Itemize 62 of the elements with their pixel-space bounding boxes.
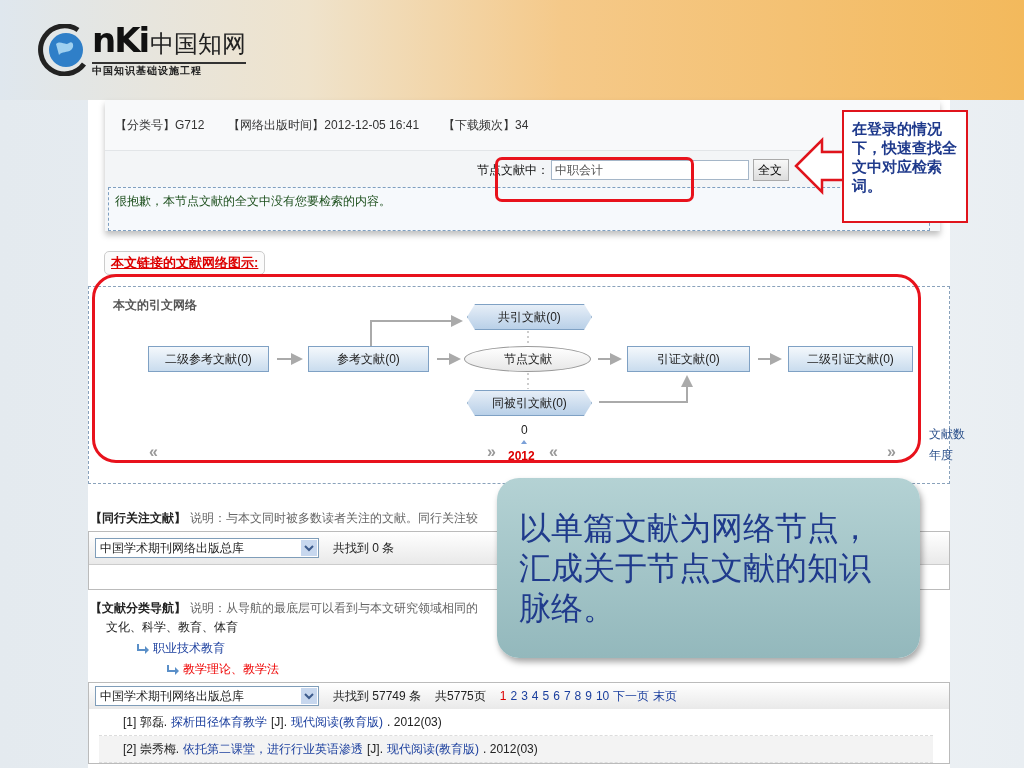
marker-triangle-icon	[521, 440, 527, 444]
page-link[interactable]: 4	[531, 688, 539, 703]
fulltext-search-button[interactable]: 全文	[753, 159, 789, 181]
count-text: 0	[521, 423, 528, 437]
citation-node[interactable]: 引证文献(0)	[627, 346, 750, 372]
page-link[interactable]: 7	[563, 688, 571, 703]
peer-title: 【同行关注文献】	[90, 510, 186, 527]
citation-node[interactable]: 二级参考文献(0)	[148, 346, 269, 372]
logo-name: 中国知网	[150, 29, 247, 60]
issue-text: . 2012(03)	[387, 715, 442, 729]
result-entry: [1] 郭磊.	[123, 713, 168, 731]
page-link[interactable]: 6	[553, 688, 560, 703]
network-title: 本文的引文网络	[113, 297, 197, 314]
type-text: [J].	[271, 715, 288, 729]
meta-text: 【网络出版时间】2012-12-05 16:41	[228, 116, 420, 134]
journal-link[interactable]: 现代阅读(教育版)	[387, 740, 480, 758]
summary-callout: 以单篇文献为网络节点，汇成关于节点文献的知识脉络。	[497, 478, 920, 658]
citation-node[interactable]: 二级引证文献(0)	[788, 346, 913, 372]
citation-node[interactable]: 节点文献	[464, 346, 591, 372]
found-count: 共找到 0 条	[333, 539, 395, 557]
peer-note: 说明：与本文同时被多数读者关注的文献。同行关注较	[190, 510, 478, 527]
category-link[interactable]: 职业技术教育	[153, 640, 225, 657]
database-select[interactable]: 中国学术期刊网络出版总库	[95, 686, 319, 706]
found-count: 共找到 57749 条	[333, 687, 422, 705]
dropdown-caret-icon	[301, 540, 317, 556]
axis-legend-text: 年度	[929, 447, 953, 464]
page-link[interactable]: 5	[542, 688, 550, 703]
page-link[interactable]: 9	[585, 688, 592, 703]
page-link[interactable]: 1	[499, 688, 507, 703]
section-tab[interactable]: 本文链接的文献网络图示:	[104, 251, 266, 275]
category-link[interactable]: 文化、科学、教育、体育	[106, 619, 238, 636]
result-entry: [2] 崇秀梅.	[123, 740, 180, 758]
article-link[interactable]: 探析田径体育教学	[171, 713, 268, 731]
issue-text: . 2012(03)	[483, 742, 538, 756]
logo-tagline: 中国知识基础设施工程	[92, 64, 203, 78]
article-link[interactable]: 依托第二课堂，进行行业英语渗透	[183, 740, 364, 758]
classification-title: 【文献分类导航】	[90, 600, 186, 617]
dropdown-caret-icon	[301, 688, 317, 704]
classification-note: 说明：从导航的最底层可以看到与本文研究领域相同的	[190, 600, 478, 617]
branch-arrow-icon	[136, 643, 150, 654]
database-select[interactable]: 中国学术期刊网络出版总库	[95, 538, 319, 558]
meta-text: 【下载频次】34	[443, 116, 529, 134]
page-link[interactable]: 8	[574, 688, 582, 703]
logo-mark: nKi	[92, 22, 149, 58]
axis-legend-text: 文献数	[929, 426, 965, 443]
page-link[interactable]: 3	[521, 688, 528, 703]
year-text: 2012	[508, 449, 535, 463]
next-page-link[interactable]: 下一页	[613, 688, 650, 703]
page-total: 共5775页	[435, 687, 486, 705]
meta-text: 【分类号】G712	[115, 116, 205, 134]
citation-node[interactable]: 参考文献(0)	[308, 346, 429, 372]
citation-node[interactable]: 同被引文献(0)	[467, 390, 592, 416]
citation-node[interactable]: 共引文献(0)	[467, 304, 592, 330]
page-link[interactable]: 10	[595, 688, 610, 703]
search-callout: 在登录的情况下，快速查找全文中对应检索词。	[842, 110, 968, 223]
last-page-link[interactable]: 末页	[653, 688, 678, 703]
page-link[interactable]: 2	[510, 688, 518, 703]
search-field[interactable]: 中职会计	[551, 160, 749, 180]
type-text: [J].	[367, 742, 384, 756]
journal-link[interactable]: 现代阅读(教育版)	[291, 713, 384, 731]
branch-arrow-icon	[166, 664, 180, 675]
category-link[interactable]: 教学理论、教学法	[183, 661, 279, 678]
